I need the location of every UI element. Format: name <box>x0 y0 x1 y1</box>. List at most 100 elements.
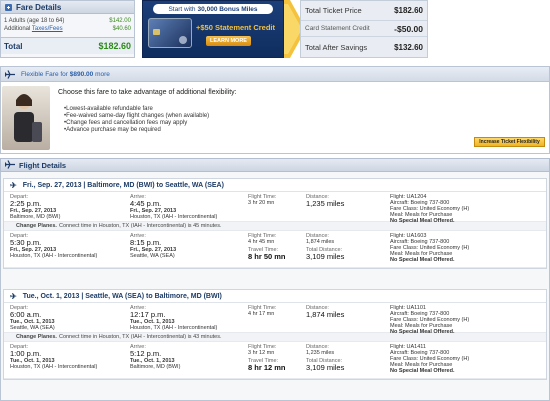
distance-value: 1,874 miles <box>306 239 335 245</box>
taxes-fees-link[interactable]: Taxes/Fees <box>32 26 63 32</box>
depart-city: Houston, TX (IAH - Intercontinental) <box>10 253 98 259</box>
arrive-city: Seattle, WA (SEA) <box>130 253 175 259</box>
list-item: Advance purchase may be required <box>64 127 209 134</box>
total-after-savings-label: Total After Savings <box>305 42 368 52</box>
promo-credit-text: +$50 Statement Credit <box>196 23 275 32</box>
depart-column: Depart: 6:00 a.m. Tue., Oct. 1, 2013 Sea… <box>10 305 130 331</box>
trip-header-text: Fri., Sep. 27, 2013 | Baltimore, MD (BWI… <box>22 181 224 189</box>
change-planes-text: Connect time in Houston, TX (IAH - Inter… <box>58 223 222 229</box>
flight-info-column: Flight: UA1204 Aircraft: Boeing 737-800 … <box>390 194 540 224</box>
depart-city: Houston, TX (IAH - Intercontinental) <box>10 364 98 370</box>
trip-header: ✈ Tue., Oct. 1, 2013 | Seattle, WA (SEA) … <box>4 290 546 303</box>
plane-icon <box>4 159 15 171</box>
arrive-time: 4:45 p.m. <box>130 199 162 208</box>
flexible-header-price: $890.00 <box>69 70 94 78</box>
flight-info-column: Flight: UA1603 Aircraft: Boeing 737-800 … <box>390 233 540 265</box>
traveler-photo <box>2 86 50 150</box>
arrive-column: Arrive: 12:17 p.m. Tue., Oct. 1, 2013 Ho… <box>130 305 248 331</box>
special-meal: No Special Meal Offered. <box>390 368 455 374</box>
card-statement-credit-value: -$50.00 <box>394 23 423 34</box>
arrive-city: Houston, TX (IAH - Intercontinental) <box>130 214 218 220</box>
total-distance-value: 3,109 miles <box>306 363 345 372</box>
fare-total-value: $182.60 <box>98 41 131 51</box>
total-ticket-price-row: Total Ticket Price $182.60 <box>301 1 427 20</box>
change-planes-label: Change Planes. <box>16 334 57 340</box>
promo-headline: Start with 30,000 Bonus Miles <box>153 4 273 14</box>
fare-details-panel: Fare Details 1 Adults (age 18 to 64) $14… <box>0 0 135 58</box>
depart-time: 6:00 a.m. <box>10 310 42 319</box>
flight-segment: Depart: 2:25 p.m. Fri., Sep. 27, 2013 Ba… <box>4 192 546 224</box>
depart-time: 5:30 p.m. <box>10 238 42 247</box>
plane-icon: ✈ <box>10 180 17 190</box>
arrive-column: Arrive: 5:12 p.m. Tue., Oct. 1, 2013 Bal… <box>130 344 248 376</box>
flight-info-column: Flight: UA1101 Aircraft: Boeing 737-800 … <box>390 305 540 335</box>
list-item: Fee-waived same-day flight changes (when… <box>64 113 209 120</box>
flexible-fare-header-text: Flexible Fare for $890.00 more <box>21 71 110 78</box>
flexible-fare-title: Choose this fare to take advantage of ad… <box>58 89 237 96</box>
flight-time-value: 4 hr 45 mn <box>248 239 275 245</box>
change-planes-text: Connect time in Houston, TX (IAH - Inter… <box>58 334 222 340</box>
flight-details-header: Flight Details <box>0 158 550 172</box>
distance-column: Distance: 1,235 miles Total Distance: 3,… <box>306 344 390 376</box>
depart-city: Baltimore, MD (BWI) <box>10 214 61 220</box>
arrive-time: 8:15 p.m. <box>130 238 162 247</box>
fare-total-row: Total $182.60 <box>1 37 134 54</box>
distance-column: Distance: 1,874 miles Total Distance: 3,… <box>306 233 390 265</box>
total-distance-value: 3,109 miles <box>306 252 345 261</box>
flexible-header-prefix: Flexible Fare for <box>21 70 70 78</box>
arrive-time: 5:12 p.m. <box>130 349 162 358</box>
depart-column: Depart: 5:30 p.m. Fri., Sep. 27, 2013 Ho… <box>10 233 130 265</box>
distance-column: Distance: 1,874 miles <box>306 305 390 330</box>
fare-total-label: Total <box>4 41 23 51</box>
promo-headline-bold: 30,000 Bonus Miles <box>197 5 258 13</box>
flight-segment: Depart: 5:30 p.m. Fri., Sep. 27, 2013 Ho… <box>4 231 546 268</box>
plane-icon: ✈ <box>10 291 17 301</box>
trip-outbound: ✈ Fri., Sep. 27, 2013 | Baltimore, MD (BW… <box>3 178 547 269</box>
distance-value: 1,235 miles <box>306 199 345 208</box>
total-after-savings-value: $132.60 <box>394 42 423 52</box>
total-ticket-price-value: $182.60 <box>394 6 423 15</box>
fare-details-header: Fare Details <box>1 1 134 14</box>
card-statement-credit-label: Card Statement Credit <box>305 25 370 32</box>
distance-value: 1,235 miles <box>306 350 335 356</box>
depart-time: 1:00 p.m. <box>10 349 42 358</box>
fare-details-icon <box>4 3 13 12</box>
fare-row-adults: 1 Adults (age 18 to 64) $142.00 <box>1 17 134 25</box>
arrive-city: Houston, TX (IAH - Intercontinental) <box>130 325 218 331</box>
flight-time-value: 4 hr 17 mn <box>248 311 275 317</box>
total-ticket-price-label: Total Ticket Price <box>305 6 362 15</box>
flight-segment: Depart: 1:00 p.m. Tue., Oct. 1, 2013 Hou… <box>4 342 546 379</box>
arrive-column: Arrive: 8:15 p.m. Fri., Sep. 27, 2013 Se… <box>130 233 248 265</box>
flight-time-column: Flight Time: 4 hr 45 mn Travel Time: 8 h… <box>248 233 306 265</box>
fare-row-label: Additional Taxes/Fees <box>4 25 63 33</box>
promo-headline-prefix: Start with <box>168 5 196 13</box>
arrive-time: 12:17 p.m. <box>130 310 166 319</box>
increase-ticket-flexibility-button[interactable]: Increase Ticket Flexibility <box>474 137 545 147</box>
special-meal: No Special Meal Offered. <box>390 257 455 263</box>
special-meal: No Special Meal Offered. <box>390 218 455 224</box>
learn-more-button[interactable]: LEARN MORE <box>206 36 251 46</box>
flight-segment: Depart: 6:00 a.m. Tue., Oct. 1, 2013 Sea… <box>4 303 546 335</box>
depart-city: Seattle, WA (SEA) <box>10 325 55 331</box>
fare-details-title: Fare Details <box>16 2 62 12</box>
flight-time-column: Flight Time: 3 hr 20 mn <box>248 194 306 219</box>
travel-time-value: 8 hr 50 mn <box>248 252 286 261</box>
trip-header: ✈ Fri., Sep. 27, 2013 | Baltimore, MD (BW… <box>4 179 546 192</box>
flexible-fare-header[interactable]: Flexible Fare for $890.00 more <box>0 66 550 82</box>
flight-info-column: Flight: UA1411 Aircraft: Boeing 737-800 … <box>390 344 540 376</box>
fare-row-label: 1 Adults (age 18 to 64) <box>4 18 65 24</box>
price-totals-panel: Total Ticket Price $182.60 Card Statemen… <box>300 0 428 58</box>
trip-return: ✈ Tue., Oct. 1, 2013 | Seattle, WA (SEA) … <box>3 289 547 380</box>
flight-time-value: 3 hr 12 mn <box>248 350 275 356</box>
fare-row-value: $142.00 <box>109 18 131 24</box>
travel-time-value: 8 hr 12 mn <box>248 363 286 372</box>
fare-row-taxes: Additional Taxes/Fees $40.60 <box>1 25 134 33</box>
card-statement-credit-row: Card Statement Credit -$50.00 <box>301 20 427 36</box>
list-item: Lowest-available refundable fare <box>64 106 209 113</box>
flexible-header-suffix: more <box>93 70 110 78</box>
depart-column: Depart: 2:25 p.m. Fri., Sep. 27, 2013 Ba… <box>10 194 130 220</box>
plane-icon <box>4 70 15 81</box>
flight-details-title: Flight Details <box>19 160 67 170</box>
fare-row-label-prefix: Additional <box>4 26 32 32</box>
distance-column: Distance: 1,235 miles <box>306 194 390 219</box>
